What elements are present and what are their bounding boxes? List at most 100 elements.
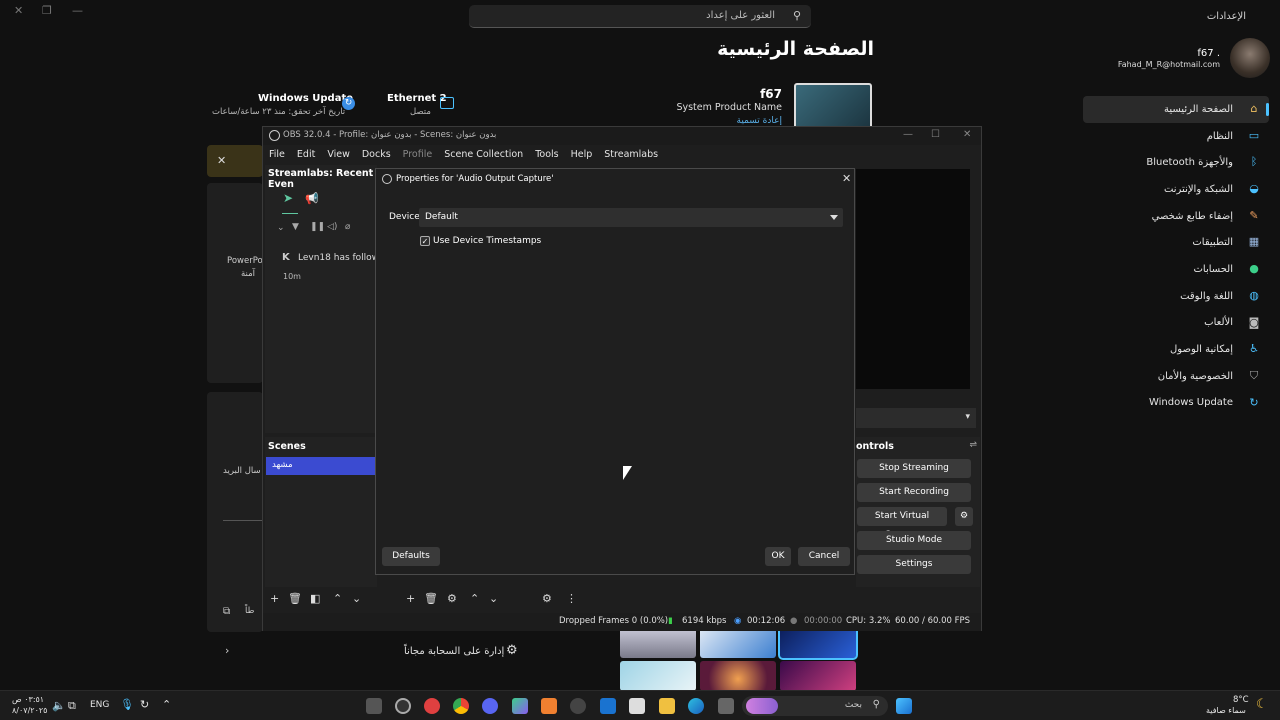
cloud-manage-label[interactable]: إدارة على السحابة مجاناً bbox=[404, 646, 504, 657]
theme-thumbnail[interactable] bbox=[780, 661, 856, 691]
clock-time[interactable]: ٠٣:٥١ ص bbox=[12, 695, 44, 704]
theme-thumbnail[interactable] bbox=[778, 626, 858, 660]
rename-link[interactable]: إعادة تسمية bbox=[737, 116, 782, 126]
app-icon[interactable] bbox=[570, 698, 586, 714]
avatar[interactable] bbox=[1230, 38, 1270, 78]
filter-icon[interactable]: ◧ bbox=[310, 592, 320, 605]
sync-icon[interactable]: ↻ bbox=[140, 698, 149, 711]
ethernet-title[interactable]: Ethernet 2 bbox=[387, 93, 447, 104]
menu-docks[interactable]: Docks bbox=[356, 147, 397, 163]
chevron-icon[interactable]: › bbox=[225, 644, 229, 657]
start-recording-button[interactable]: Start Recording bbox=[857, 483, 971, 502]
theme-thumbnail[interactable] bbox=[620, 661, 696, 691]
scene-item[interactable]: مشهد bbox=[266, 457, 375, 475]
move-up-icon[interactable]: ⌃ bbox=[333, 592, 342, 605]
nav-item-system[interactable]: النظام ▭ bbox=[1083, 123, 1269, 150]
network-icon[interactable]: ⧉ bbox=[68, 699, 76, 713]
microphone-icon[interactable]: 🎙 bbox=[120, 698, 134, 711]
menu-scene-collection[interactable]: Scene Collection bbox=[438, 147, 529, 163]
chevron-down-icon[interactable]: ⌄ bbox=[277, 223, 285, 233]
device-select[interactable]: Default bbox=[419, 208, 843, 227]
move-up-icon[interactable]: ⌃ bbox=[470, 592, 479, 605]
defaults-button[interactable]: Defaults bbox=[382, 547, 440, 566]
task-view-icon[interactable] bbox=[718, 698, 734, 714]
minimize-window-icon[interactable]: — bbox=[72, 4, 83, 17]
close-window-icon[interactable]: ✕ bbox=[14, 4, 23, 17]
pause-icon[interactable]: ❚❚ bbox=[310, 222, 325, 232]
close-icon[interactable]: ✕ bbox=[217, 154, 226, 167]
start-icon[interactable] bbox=[896, 698, 912, 714]
menu-tools[interactable]: Tools bbox=[529, 147, 564, 163]
settings-button[interactable]: Settings bbox=[857, 555, 971, 574]
nav-item-accounts[interactable]: الحسابات ● bbox=[1083, 256, 1269, 283]
volume-icon[interactable]: ◁) bbox=[327, 222, 337, 232]
edge-icon[interactable] bbox=[688, 698, 704, 714]
weather-desc[interactable]: سماء صافية bbox=[1206, 706, 1246, 715]
restore-window-icon[interactable]: ❐ bbox=[42, 4, 52, 17]
nav-item-bluetooth[interactable]: Bluetooth والأجهزة ᛒ bbox=[1083, 149, 1269, 176]
windows-update-title[interactable]: Windows Update bbox=[258, 93, 353, 104]
clock-date[interactable]: ٨/٠٧/٢٠٢٥ bbox=[12, 706, 47, 715]
chrome-icon[interactable] bbox=[453, 698, 469, 714]
settings-app-icon[interactable] bbox=[366, 698, 382, 714]
send-icon[interactable]: ➤ bbox=[283, 191, 293, 205]
use-device-timestamps-label[interactable]: Use Device Timestamps bbox=[433, 236, 541, 246]
menu-profile[interactable]: Profile bbox=[397, 147, 439, 163]
obs-titlebar[interactable]: OBS 32.0.4 - Profile: بدون عنوان - Scene… bbox=[263, 127, 981, 145]
move-down-icon[interactable]: ⌄ bbox=[489, 592, 498, 605]
nav-item-accessibility[interactable]: إمكانية الوصول ♿ bbox=[1083, 336, 1269, 363]
outlook-icon[interactable] bbox=[600, 698, 616, 714]
nav-item-language[interactable]: اللغة والوقت ◍ bbox=[1083, 283, 1269, 310]
mixer-settings-icon[interactable]: ⚙ bbox=[542, 592, 552, 605]
megaphone-icon[interactable]: 📢 bbox=[305, 192, 319, 205]
nav-item-home[interactable]: الصفحة الرئيسية ⌂ bbox=[1083, 96, 1269, 123]
nav-item-network[interactable]: الشبكة والإنترنت ◒ bbox=[1083, 176, 1269, 203]
maximize-icon[interactable]: ☐ bbox=[931, 129, 940, 140]
move-down-icon[interactable]: ⌄ bbox=[352, 592, 361, 605]
close-icon[interactable]: ✕ bbox=[963, 129, 971, 140]
language-indicator[interactable]: ENG bbox=[90, 700, 109, 710]
obs-preview[interactable] bbox=[856, 169, 970, 389]
volume-icon[interactable]: 🔈 bbox=[52, 699, 66, 712]
add-source-icon[interactable]: + bbox=[406, 592, 415, 605]
app-icon[interactable] bbox=[541, 698, 557, 714]
filter-icon[interactable]: ▼ bbox=[292, 222, 299, 232]
remove-scene-icon[interactable]: 🗑 bbox=[288, 592, 302, 605]
copilot-icon[interactable] bbox=[512, 698, 528, 714]
menu-edit[interactable]: Edit bbox=[291, 147, 321, 163]
theme-thumbnail[interactable] bbox=[700, 661, 776, 691]
nav-item-gaming[interactable]: الألعاب ◙ bbox=[1083, 310, 1269, 337]
cancel-button[interactable]: Cancel bbox=[798, 547, 850, 566]
virtual-camera-settings-button[interactable]: ⚙ bbox=[955, 507, 973, 526]
menu-file[interactable]: File bbox=[263, 147, 291, 163]
weather-temp[interactable]: 8°C bbox=[1233, 695, 1249, 705]
chevron-up-icon[interactable]: ⌃ bbox=[162, 698, 171, 711]
ok-button[interactable]: OK bbox=[765, 547, 791, 566]
file-explorer-icon[interactable] bbox=[659, 698, 675, 714]
skip-alert-icon[interactable]: ⌀ bbox=[345, 222, 350, 232]
nav-item-privacy[interactable]: الخصوصية والأمان ⛉ bbox=[1083, 363, 1269, 390]
close-icon[interactable]: ✕ bbox=[842, 172, 851, 185]
menu-view[interactable]: View bbox=[321, 147, 356, 163]
menu-streamlabs[interactable]: Streamlabs bbox=[598, 147, 664, 163]
remove-source-icon[interactable]: 🗑 bbox=[424, 592, 438, 605]
theme-thumbnail[interactable] bbox=[700, 628, 776, 658]
external-link-icon[interactable]: ⧉ bbox=[223, 606, 230, 617]
add-scene-icon[interactable]: + bbox=[270, 592, 279, 605]
source-properties-icon[interactable]: ⚙ bbox=[447, 592, 457, 605]
preview-dropdown[interactable]: ▾ bbox=[856, 408, 976, 428]
discord-icon[interactable] bbox=[482, 698, 498, 714]
stop-streaming-button[interactable]: Stop Streaming bbox=[857, 459, 971, 478]
nav-item-personalization[interactable]: إضفاء طابع شخصي ✎ bbox=[1083, 203, 1269, 230]
streamlabs-app-icon[interactable] bbox=[424, 698, 440, 714]
settings-search-input[interactable]: العثور على إعداد ⚲ bbox=[469, 5, 811, 28]
minimize-icon[interactable]: — bbox=[903, 129, 913, 140]
theme-thumbnail[interactable] bbox=[620, 628, 696, 658]
nav-item-windows-update[interactable]: Windows Update ↻ bbox=[1083, 390, 1269, 417]
more-options-icon[interactable]: ⋮ bbox=[566, 592, 577, 605]
use-device-timestamps-checkbox[interactable]: ✓ bbox=[420, 236, 430, 246]
store-icon[interactable] bbox=[629, 698, 645, 714]
nav-item-apps[interactable]: التطبيقات ▦ bbox=[1083, 229, 1269, 256]
studio-mode-button[interactable]: Studio Mode bbox=[857, 531, 971, 550]
taskbar-search[interactable]: بحث ⚲ bbox=[742, 696, 888, 716]
